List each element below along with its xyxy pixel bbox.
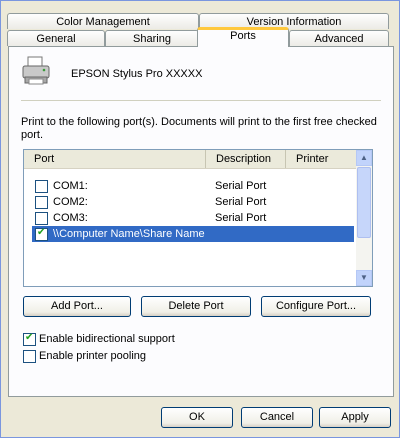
port-row-selected[interactable]: \\Computer Name\Share Name (32, 226, 354, 242)
column-header-description[interactable]: Description (205, 150, 285, 168)
port-checkbox[interactable] (35, 227, 48, 241)
tab-label: General (36, 33, 76, 45)
scroll-down-icon[interactable]: ▼ (356, 270, 372, 286)
port-name: COM2: (53, 196, 88, 208)
ports-description: Print to the following port(s). Document… (21, 116, 377, 141)
port-description: Serial Port (215, 180, 267, 192)
port-name: \\Computer Name\Share Name (53, 228, 205, 240)
tab-sharing[interactable]: Sharing (105, 30, 199, 46)
tab-ports[interactable]: Ports (197, 27, 289, 47)
tab-label: Color Management (56, 16, 150, 28)
ports-list-header: Port Description Printer (24, 150, 357, 169)
scroll-up-icon[interactable]: ▲ (356, 150, 372, 166)
tab-label: Advanced (314, 33, 364, 45)
port-name: COM1: (53, 180, 88, 192)
column-header-port[interactable]: Port (24, 150, 205, 168)
delete-port-button[interactable]: Delete Port (141, 296, 251, 317)
printer-name: EPSON Stylus Pro XXXXX (71, 68, 203, 80)
tab-color-management[interactable]: Color Management (7, 13, 199, 29)
port-description: Serial Port (215, 196, 267, 208)
apply-button[interactable]: Apply (319, 407, 391, 428)
port-row[interactable]: COM1: Serial Port (32, 178, 354, 194)
scrollbar-thumb[interactable] (357, 167, 371, 238)
printer-icon (21, 55, 51, 87)
pooling-label: Enable printer pooling (39, 350, 147, 362)
cancel-button[interactable]: Cancel (241, 407, 313, 428)
port-row[interactable]: COM2: Serial Port (32, 194, 354, 210)
tab-advanced[interactable]: Advanced (289, 30, 389, 46)
add-port-button[interactable]: Add Port... (23, 296, 131, 317)
port-row[interactable]: COM3: Serial Port (32, 210, 354, 226)
tab-label: Ports (230, 30, 256, 42)
ports-list[interactable]: Port Description Printer COM1: Serial Po… (23, 149, 373, 287)
pooling-checkbox[interactable] (23, 350, 36, 363)
bidirectional-label: Enable bidirectional support (39, 333, 175, 345)
tab-label: Sharing (133, 33, 171, 45)
tab-general[interactable]: General (7, 30, 105, 46)
port-checkbox[interactable] (35, 196, 48, 209)
separator (21, 100, 381, 101)
port-description: Serial Port (215, 212, 267, 224)
printer-properties-window: Color Management Version Information Gen… (0, 0, 400, 438)
vertical-scrollbar[interactable]: ▲ ▼ (356, 150, 372, 286)
port-checkbox[interactable] (35, 212, 48, 225)
bidirectional-checkbox[interactable] (23, 332, 36, 346)
ok-button[interactable]: OK (161, 407, 233, 428)
port-checkbox[interactable] (35, 180, 48, 193)
column-header-printer[interactable]: Printer (285, 150, 357, 168)
port-name: COM3: (53, 212, 88, 224)
configure-port-button[interactable]: Configure Port... (261, 296, 371, 317)
